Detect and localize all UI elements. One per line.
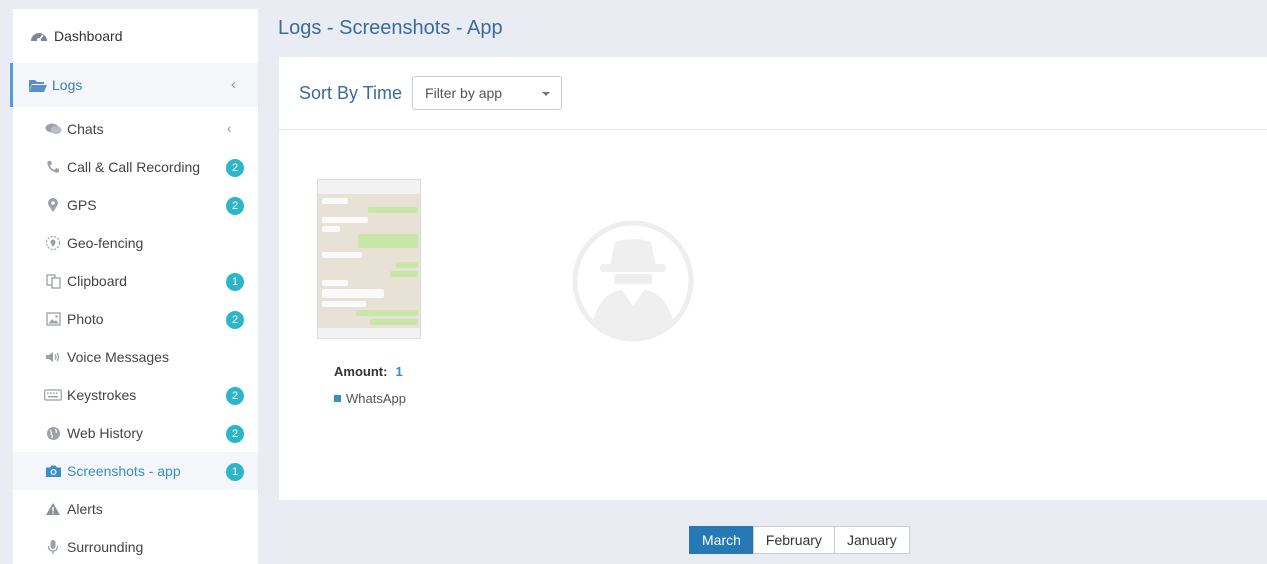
sidebar-item-label: Dashboard: [54, 28, 123, 44]
sidebar-item-web-history[interactable]: Web History 2: [13, 414, 258, 452]
map-pin-icon: [44, 197, 62, 213]
screenshot-thumbnail[interactable]: [317, 179, 421, 339]
chevron-left-icon[interactable]: ‹: [231, 76, 236, 93]
spy-logo-watermark: [572, 220, 694, 342]
sidebar-item-geofencing[interactable]: Geo-fencing: [13, 224, 258, 262]
camera-icon: [44, 463, 62, 479]
app-name-row: WhatsApp: [317, 391, 427, 406]
amount-row: Amount: 1: [317, 364, 427, 379]
folder-open-icon: [28, 77, 47, 93]
sidebar-item-gps[interactable]: GPS 2: [13, 186, 258, 224]
sidebar-item-chats[interactable]: Chats ‹: [13, 110, 258, 148]
amount-value: 1: [395, 364, 403, 379]
warning-icon: [44, 501, 62, 517]
count-badge: 2: [226, 197, 244, 215]
sidebar-item-label: Call & Call Recording: [67, 159, 201, 175]
count-badge: 1: [226, 273, 244, 291]
sidebar-item-label: Photo: [67, 311, 104, 327]
sidebar-item-alerts[interactable]: Alerts: [13, 490, 258, 528]
sidebar-item-logs[interactable]: Logs ‹: [10, 63, 258, 107]
sidebar-item-label: Voice Messages: [67, 349, 169, 365]
globe-icon: [44, 425, 62, 441]
sidebar-item-calls[interactable]: Call & Call Recording 2: [13, 148, 258, 186]
sidebar-item-label: Keystrokes: [67, 387, 137, 403]
count-badge: 2: [226, 387, 244, 405]
count-badge: 2: [226, 311, 244, 329]
sidebar-item-voice-messages[interactable]: Voice Messages: [13, 338, 258, 376]
microphone-icon: [44, 539, 62, 555]
sidebar-item-label: Alerts: [67, 501, 103, 517]
app-color-marker: [334, 395, 341, 402]
sidebar-item-clipboard[interactable]: Clipboard 1: [13, 262, 258, 300]
phone-icon: [44, 159, 62, 175]
sort-by-time-link[interactable]: Sort By Time: [299, 83, 402, 104]
sidebar-item-label: Geo-fencing: [67, 235, 144, 251]
amount-label: Amount:: [334, 364, 388, 379]
screenshots-panel: Sort By Time Filter by app Amount: 1 Wha…: [279, 57, 1267, 500]
panel-toolbar: Sort By Time Filter by app: [279, 57, 1267, 130]
sidebar: Dashboard Logs ‹ Chats ‹ Call & Call Rec…: [10, 9, 258, 564]
dashboard-icon: [30, 28, 48, 44]
sidebar-item-label: Clipboard: [67, 273, 127, 289]
sidebar-item-photo[interactable]: Photo 2: [13, 300, 258, 338]
app-name: WhatsApp: [346, 391, 406, 406]
tab-march[interactable]: March: [689, 526, 754, 554]
sidebar-item-label: Surrounding: [67, 539, 144, 555]
caret-down-icon: [542, 92, 551, 96]
sidebar-item-label: Web History: [67, 425, 143, 441]
chat-icon: [44, 121, 62, 137]
tab-january[interactable]: January: [833, 526, 910, 554]
sidebar-item-dashboard[interactable]: Dashboard: [13, 9, 258, 63]
clipboard-icon: [44, 273, 62, 289]
chevron-left-icon[interactable]: ‹: [227, 120, 232, 136]
sidebar-item-screenshots-app[interactable]: Screenshots - app 1: [13, 452, 258, 490]
count-badge: 1: [226, 463, 244, 481]
geofence-icon: [44, 235, 62, 251]
sidebar-item-surrounding[interactable]: Surrounding: [13, 528, 258, 564]
keyboard-icon: [44, 387, 62, 403]
tab-february[interactable]: February: [752, 526, 835, 554]
screenshot-card: Amount: 1 WhatsApp: [317, 179, 427, 406]
page-title: Logs - Screenshots - App: [278, 17, 503, 39]
filter-select-value: Filter by app: [425, 85, 503, 101]
sidebar-item-keystrokes[interactable]: Keystrokes 2: [13, 376, 258, 414]
sidebar-item-label: GPS: [67, 197, 97, 213]
sidebar-item-label: Logs: [52, 77, 83, 93]
filter-by-app-select[interactable]: Filter by app: [412, 76, 563, 110]
speaker-icon: [44, 349, 62, 365]
count-badge: 2: [226, 159, 244, 177]
month-tabs: March February January: [689, 526, 910, 554]
sidebar-item-label: Screenshots - app: [67, 463, 181, 479]
count-badge: 2: [226, 425, 244, 443]
photo-icon: [44, 311, 62, 327]
sidebar-item-label: Chats: [67, 121, 104, 137]
